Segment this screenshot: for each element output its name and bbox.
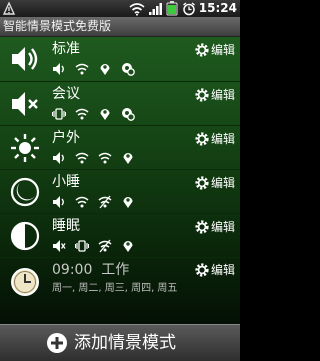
schedule-row[interactable]: 09:00 工作 周一, 周二, 周三, 周四, 周五 编辑 (0, 257, 240, 304)
status-bar: 15:24 (0, 0, 240, 17)
speaker-on-icon (9, 43, 41, 75)
sync-icon (122, 108, 136, 121)
mode-name: 标准 (52, 41, 80, 57)
edit-label: 编辑 (210, 132, 235, 146)
gear-icon (195, 43, 209, 57)
edit-button[interactable]: 编辑 (194, 219, 235, 235)
mode-name: 会议 (52, 86, 80, 102)
wifi-off-icon (98, 239, 112, 253)
ring-mute-icon (53, 240, 66, 252)
schedule-days: 周一, 周二, 周三, 周四, 周五 (52, 283, 178, 294)
wifi-icon (75, 108, 89, 120)
schedule-time-mode: 09:00 工作 (52, 261, 129, 279)
wifi-icon (75, 152, 89, 164)
wifi-icon (75, 63, 89, 75)
edit-button[interactable]: 编辑 (194, 131, 235, 147)
mode-row[interactable]: 户外 编辑 (0, 125, 240, 170)
app-title: 智能情景模式免费版 (3, 19, 112, 33)
mode-row[interactable]: 标准 编辑 (0, 37, 240, 81)
edit-label: 编辑 (210, 43, 235, 57)
schedule-time: 09:00 (52, 262, 93, 278)
sync-icon (122, 63, 136, 76)
edit-button[interactable]: 编辑 (194, 87, 235, 103)
location-icon (123, 241, 133, 252)
wifi-icon (98, 152, 112, 164)
gear-icon (195, 88, 209, 102)
mode-row[interactable]: 睡眠 编辑 (0, 213, 240, 258)
wifi-icon (75, 196, 89, 208)
location-icon (123, 153, 133, 164)
gear-icon (195, 220, 209, 234)
half-moon-icon (9, 220, 41, 252)
app-title-bar: 智能情景模式免费版 (0, 17, 240, 37)
mode-row[interactable]: 小睡 编辑 (0, 169, 240, 214)
mode-name: 户外 (52, 130, 80, 146)
edit-label: 编辑 (210, 176, 235, 190)
ring-on-icon (53, 196, 64, 208)
vibrate-icon (52, 108, 66, 120)
vibrate-icon (75, 240, 90, 252)
mode-row[interactable]: 会议 编辑 (0, 81, 240, 126)
plus-circle-icon (46, 332, 68, 358)
ring-on-icon (53, 152, 64, 164)
clock-icon (9, 266, 41, 298)
mode-list: 标准 编辑 会议 编辑 户外 编辑 小睡 编辑 睡眠 编辑 09:00 工作 周… (0, 37, 240, 324)
speaker-mute-icon (9, 88, 41, 120)
mode-name: 小睡 (52, 174, 80, 190)
edit-label: 编辑 (210, 88, 235, 102)
schedule-mode: 工作 (101, 262, 130, 278)
edit-button[interactable]: 编辑 (194, 262, 235, 278)
ring-on-icon (53, 63, 64, 75)
location-icon (100, 109, 110, 120)
add-mode-label: 添加情景模式 (74, 333, 176, 353)
location-icon (123, 197, 133, 208)
edit-label: 编辑 (210, 220, 235, 234)
moon-icon (9, 176, 41, 208)
mode-name: 睡眠 (52, 218, 80, 234)
add-mode-button[interactable]: 添加情景模式 (0, 324, 240, 361)
gear-icon (195, 176, 209, 190)
edit-label: 编辑 (210, 263, 235, 277)
edit-button[interactable]: 编辑 (194, 175, 235, 191)
edit-button[interactable]: 编辑 (194, 42, 235, 58)
sun-icon (9, 132, 41, 164)
wifi-off-icon (98, 195, 112, 209)
status-clock: 15:24 (198, 1, 237, 15)
location-icon (100, 64, 110, 75)
gear-icon (195, 263, 209, 277)
gear-icon (195, 132, 209, 146)
